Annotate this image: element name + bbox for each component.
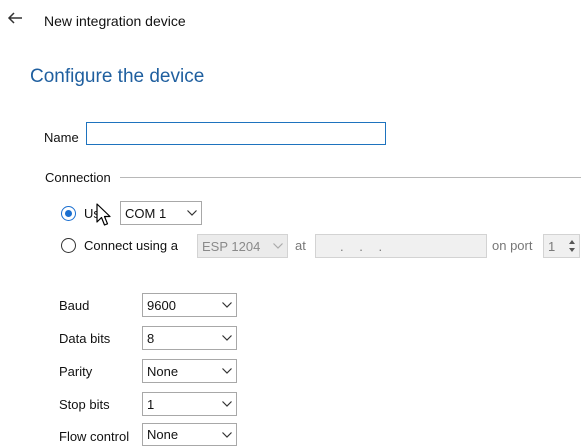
chevron-down-icon	[273, 243, 283, 249]
flow-control-value: None	[147, 427, 179, 442]
parity-value: None	[147, 363, 179, 379]
chevron-down-icon	[222, 335, 232, 341]
connection-group-divider	[120, 177, 581, 178]
chevron-down-icon	[222, 431, 232, 438]
baud-label: Baud	[59, 298, 90, 313]
chevron-down-icon	[222, 368, 232, 374]
device-type-select[interactable]: ESP 1204	[197, 234, 288, 258]
parity-label: Parity	[59, 364, 93, 379]
ip-address-input[interactable]: . . .	[315, 234, 487, 258]
name-input[interactable]	[86, 122, 386, 145]
port-number-spinner[interactable]: 1	[543, 234, 580, 258]
page-header-title: New integration device	[44, 13, 186, 29]
chevron-down-icon	[187, 210, 197, 216]
port-number-value: 1	[548, 238, 556, 254]
on-port-label: on port	[492, 238, 533, 253]
use-com-radio[interactable]	[61, 206, 76, 221]
flow-control-select[interactable]: None	[142, 423, 237, 446]
stop-bits-value: 1	[147, 396, 155, 412]
section-title: Configure the device	[30, 66, 205, 87]
data-bits-value: 8	[147, 330, 155, 346]
parity-select[interactable]: None	[142, 359, 237, 383]
device-type-value: ESP 1204	[202, 238, 261, 254]
stop-bits-label: Stop bits	[59, 397, 110, 412]
com-port-select[interactable]: COM 1	[120, 201, 202, 225]
data-bits-label: Data bits	[59, 331, 111, 346]
connect-using-radio[interactable]	[61, 238, 76, 253]
at-label: at	[295, 238, 306, 253]
chevron-down-icon	[222, 302, 232, 308]
baud-select[interactable]: 9600	[142, 293, 237, 317]
spinner-arrows-icon[interactable]	[567, 237, 577, 255]
data-bits-select[interactable]: 8	[142, 326, 237, 350]
baud-value: 9600	[147, 297, 176, 313]
name-label: Name	[44, 130, 79, 145]
flow-control-label: Flow control	[59, 429, 130, 444]
connect-using-radio-label[interactable]: Connect using a	[84, 238, 178, 253]
stop-bits-select[interactable]: 1	[142, 392, 237, 416]
back-arrow-icon[interactable]	[6, 9, 24, 27]
connection-group-label: Connection	[45, 170, 111, 185]
chevron-down-icon	[222, 401, 232, 407]
com-port-value: COM 1	[125, 205, 167, 221]
mouse-pointer-icon	[96, 203, 111, 226]
